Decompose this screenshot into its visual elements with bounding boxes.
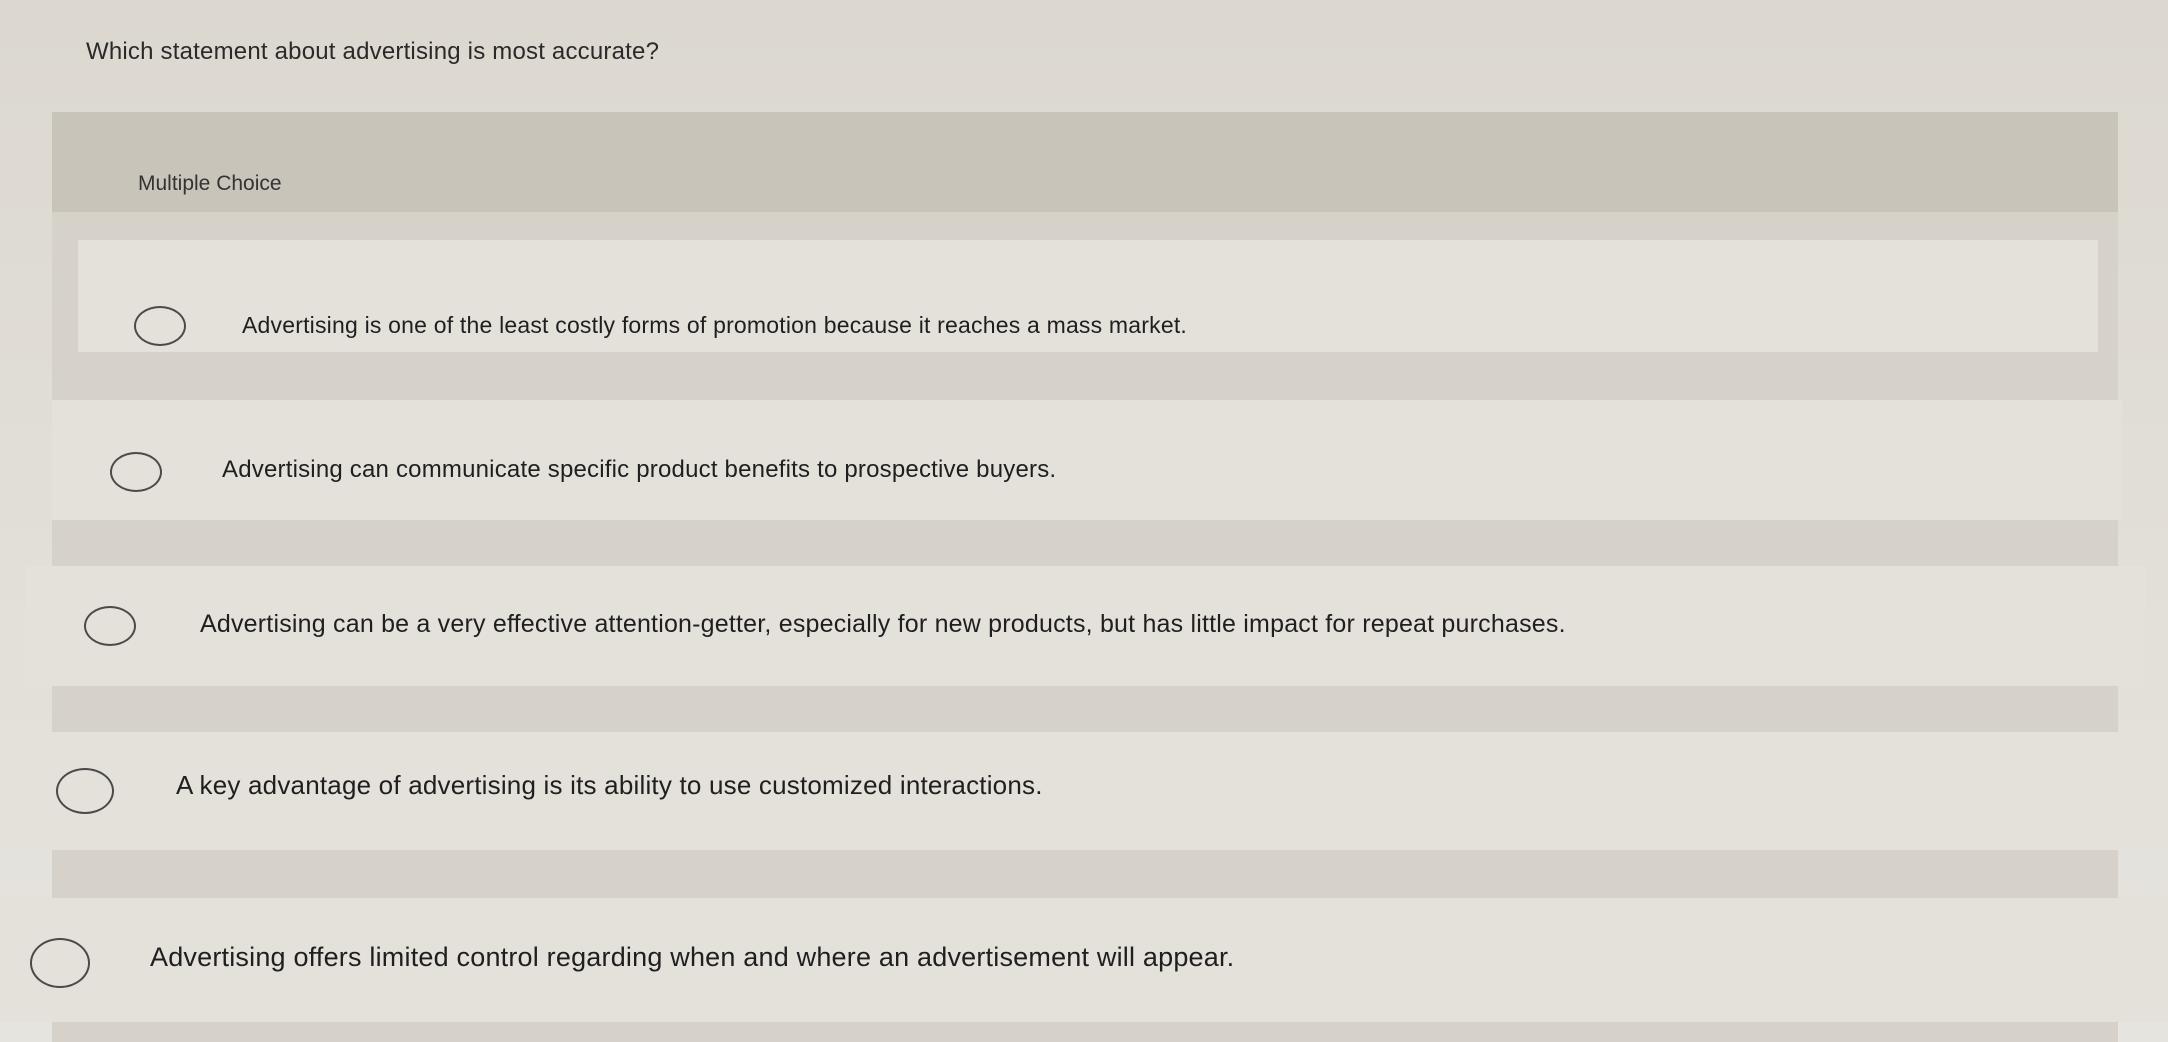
answer-option-4[interactable]: A key advantage of advertising is its ab… [0,732,2168,850]
answer-option-2[interactable]: Advertising can communicate specific pro… [52,400,2122,520]
radio-button-icon[interactable] [134,306,186,346]
radio-button-icon[interactable] [30,938,90,988]
question-type-label: Multiple Choice [138,172,282,195]
answer-option-1[interactable]: Advertising is one of the least costly f… [78,240,2098,352]
radio-button-icon[interactable] [110,452,162,492]
radio-button-icon[interactable] [84,606,136,646]
answer-option-5[interactable]: Advertising offers limited control regar… [0,898,2168,1022]
answer-option-label: A key advantage of advertising is its ab… [176,770,1043,800]
panel-header: Multiple Choice [52,112,2118,212]
radio-button-icon[interactable] [56,768,114,814]
question-text: Which statement about advertising is mos… [86,38,660,65]
answer-option-label: Advertising can communicate specific pro… [222,456,1057,483]
answer-option-3[interactable]: Advertising can be a very effective atte… [26,566,2146,686]
answer-option-label: Advertising is one of the least costly f… [242,312,1188,338]
answer-option-label: Advertising can be a very effective atte… [200,610,1566,638]
answer-option-label: Advertising offers limited control regar… [150,942,1235,972]
